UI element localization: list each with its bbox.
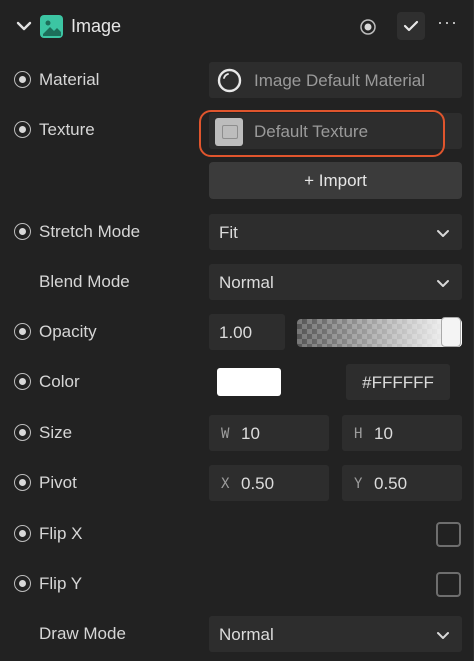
draw-mode-value: Normal — [219, 625, 274, 644]
check-icon — [403, 20, 419, 32]
flip-y-row: Flip Y — [0, 562, 474, 606]
flip-y-checkbox[interactable] — [436, 572, 461, 597]
size-width-value: 10 — [241, 424, 260, 443]
chevron-down-icon[interactable] — [16, 18, 32, 34]
color-row: Color #FFFFFF — [0, 360, 474, 404]
size-height-value: 10 — [374, 424, 393, 443]
stretch-mode-target-icon[interactable] — [14, 223, 31, 240]
pivot-x-value: 0.50 — [241, 474, 275, 493]
flip-x-row: Flip X — [0, 512, 474, 556]
stretch-mode-label: Stretch Mode — [39, 222, 141, 241]
flip-x-checkbox[interactable] — [436, 522, 461, 547]
chevron-down-icon — [437, 230, 449, 237]
chevron-down-icon — [437, 632, 449, 639]
blend-mode-label: Blend Mode — [39, 272, 130, 291]
color-hex-input[interactable]: #FFFFFF — [346, 364, 450, 400]
component-title: Image — [71, 16, 122, 36]
material-icon — [217, 68, 242, 93]
pivot-target-icon[interactable] — [14, 474, 31, 491]
y-axis-label: Y — [354, 476, 363, 492]
size-target-icon[interactable] — [14, 424, 31, 441]
color-label: Color — [39, 372, 80, 391]
x-axis-label: X — [221, 476, 230, 492]
size-height-input[interactable]: H 10 — [342, 415, 462, 451]
stretch-mode-row: Stretch Mode Fit — [0, 210, 474, 254]
import-button[interactable]: + Import — [209, 162, 462, 199]
flip-x-target-icon[interactable] — [14, 525, 31, 542]
material-row: Material Image Default Material — [0, 58, 474, 102]
material-field[interactable]: Image Default Material — [209, 62, 462, 98]
texture-target-icon[interactable] — [14, 121, 31, 138]
blend-mode-value: Normal — [219, 273, 274, 292]
pivot-x-input[interactable]: X 0.50 — [209, 465, 329, 501]
stretch-mode-value: Fit — [219, 223, 238, 242]
component-header: Image ··· — [0, 6, 474, 48]
opacity-target-icon[interactable] — [14, 323, 31, 340]
pivot-row: Pivot X 0.50 Y 0.50 — [0, 461, 474, 505]
draw-mode-row: Draw Mode Normal — [0, 612, 474, 656]
pivot-y-input[interactable]: Y 0.50 — [342, 465, 462, 501]
width-axis-label: W — [221, 426, 230, 442]
blend-mode-select[interactable]: Normal — [209, 264, 462, 300]
color-hex-value: #FFFFFF — [362, 373, 434, 392]
color-target-icon[interactable] — [14, 373, 31, 390]
draw-mode-label: Draw Mode — [39, 624, 126, 643]
height-axis-label: H — [354, 426, 363, 442]
material-value: Image Default Material — [254, 71, 426, 90]
chevron-down-icon — [437, 280, 449, 287]
material-label: Material — [39, 70, 100, 89]
enable-toggle-button[interactable] — [397, 12, 425, 40]
texture-highlight — [199, 110, 445, 157]
size-label: Size — [39, 423, 73, 442]
texture-label: Texture — [39, 120, 95, 139]
opacity-input[interactable]: 1.00 — [209, 314, 285, 350]
opacity-slider-handle[interactable] — [441, 317, 461, 347]
size-row: Size W 10 H 10 — [0, 411, 474, 455]
size-width-input[interactable]: W 10 — [209, 415, 329, 451]
image-component-panel: Image ··· Material Image Default Materia… — [0, 0, 474, 661]
opacity-slider-track[interactable] — [297, 319, 462, 347]
opacity-value: 1.00 — [219, 323, 253, 342]
opacity-row: Opacity 1.00 — [0, 310, 474, 354]
image-icon — [40, 15, 63, 38]
flip-y-label: Flip Y — [39, 574, 83, 593]
flip-x-label: Flip X — [39, 524, 83, 543]
opacity-label: Opacity — [39, 322, 97, 341]
blend-mode-row: Blend Mode Normal — [0, 260, 474, 304]
pivot-y-value: 0.50 — [374, 474, 408, 493]
color-swatch[interactable] — [217, 368, 281, 396]
material-target-icon[interactable] — [14, 71, 31, 88]
stretch-mode-select[interactable]: Fit — [209, 214, 462, 250]
more-icon[interactable]: ··· — [437, 12, 458, 33]
draw-mode-select[interactable]: Normal — [209, 616, 462, 652]
target-icon[interactable] — [359, 18, 377, 36]
pivot-label: Pivot — [39, 473, 77, 492]
flip-y-target-icon[interactable] — [14, 575, 31, 592]
